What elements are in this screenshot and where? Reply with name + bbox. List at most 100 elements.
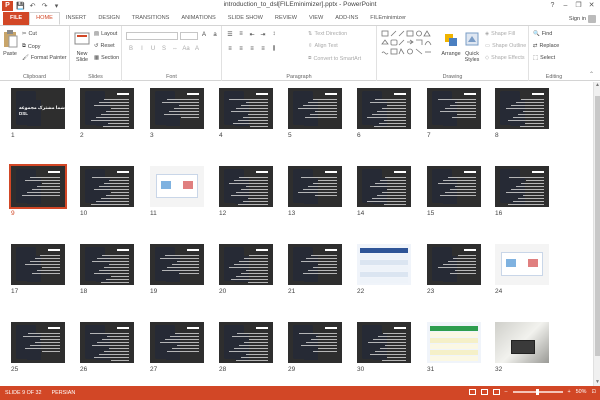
cut-button[interactable]: ✂ Cut <box>22 31 37 37</box>
strikethrough-icon[interactable]: S <box>160 46 168 52</box>
arrange-button[interactable]: Arrange <box>441 30 461 57</box>
slide-thumbnail[interactable] <box>80 322 134 363</box>
tab-design[interactable]: DESIGN <box>92 12 125 25</box>
align-text-button[interactable]: ⇳ Align Text <box>308 43 338 49</box>
scrollbar-thumb[interactable] <box>595 96 600 356</box>
numbering-icon[interactable]: ≡ <box>237 31 245 38</box>
collapse-ribbon-icon[interactable]: ⌃ <box>589 71 594 78</box>
replace-button[interactable]: ⇄ Replace <box>533 43 559 49</box>
decrease-indent-icon[interactable]: ⇤ <box>248 31 256 38</box>
shape-effects-button[interactable]: ◇ Shape Effects <box>485 55 525 61</box>
tab-insert[interactable]: INSERT <box>60 12 92 25</box>
slide-thumbnail[interactable] <box>288 322 342 363</box>
slide-thumbnail[interactable]: شما مشترک مجموعه DSL <box>11 88 65 129</box>
justify-icon[interactable]: ≡ <box>259 46 267 53</box>
slide-thumbnail[interactable] <box>357 244 411 285</box>
slide-thumbnail[interactable] <box>150 88 204 129</box>
avatar[interactable] <box>588 15 596 23</box>
grow-font-icon[interactable]: A <box>200 32 208 38</box>
slide-thumbnail[interactable] <box>219 88 273 129</box>
quick-styles-button[interactable]: Quick Styles <box>461 30 483 63</box>
tab-add-ins[interactable]: ADD-INS <box>329 12 364 25</box>
slide-thumbnail[interactable] <box>150 322 204 363</box>
shape-outline-button[interactable]: ▭ Shape Outline <box>485 43 526 49</box>
slide-thumbnail[interactable] <box>80 244 134 285</box>
close-button[interactable]: ✕ <box>585 0 598 11</box>
zoom-slider[interactable] <box>512 389 563 395</box>
shrink-font-icon[interactable]: a <box>211 32 219 38</box>
tab-file[interactable]: FILE <box>3 12 30 25</box>
vertical-scrollbar[interactable]: ▲ ▼ <box>593 82 600 386</box>
slide-thumbnail[interactable] <box>427 88 481 129</box>
text-direction-button[interactable]: ⇅ Text Direction <box>308 31 347 37</box>
help-button[interactable]: ? <box>546 0 559 11</box>
bullets-icon[interactable]: ☰ <box>226 31 234 38</box>
slide-thumbnail[interactable] <box>495 88 549 129</box>
line-spacing-icon[interactable]: ↕ <box>270 31 278 38</box>
reading-view-icon[interactable] <box>492 389 500 395</box>
copy-button[interactable]: ⧉ Copy <box>22 43 40 50</box>
change-case-icon[interactable]: Aa <box>182 46 190 52</box>
maximize-button[interactable]: ❐ <box>572 0 585 11</box>
font-name-dropdown[interactable] <box>126 32 178 40</box>
find-button[interactable]: 🔍 Find <box>533 31 552 37</box>
scroll-up-icon[interactable]: ▲ <box>594 82 600 89</box>
bold-icon[interactable]: B <box>127 46 135 52</box>
zoom-level[interactable]: 50% <box>576 389 587 395</box>
zoom-out-icon[interactable]: – <box>505 389 508 395</box>
slide-thumbnail[interactable] <box>219 244 273 285</box>
zoom-slider-knob[interactable] <box>536 389 540 395</box>
scroll-down-icon[interactable]: ▼ <box>594 379 600 386</box>
underline-icon[interactable]: U <box>149 46 157 52</box>
slide-thumbnail[interactable] <box>150 244 204 285</box>
minimize-button[interactable]: – <box>559 0 572 11</box>
section-button[interactable]: ▦ Section <box>94 55 119 61</box>
slide-thumbnail[interactable] <box>357 88 411 129</box>
slide-thumbnail[interactable] <box>219 166 273 207</box>
slide-thumbnail[interactable] <box>427 166 481 207</box>
shapes-gallery-icon[interactable] <box>381 30 439 66</box>
slide-thumbnail[interactable] <box>288 166 342 207</box>
tab-home[interactable]: HOME <box>29 12 60 25</box>
slide-thumbnail[interactable] <box>11 322 65 363</box>
slide-thumbnail[interactable] <box>495 244 549 285</box>
align-right-icon[interactable]: ≡ <box>248 46 256 53</box>
tab-fileminimizer[interactable]: FILEminimizer <box>364 12 412 25</box>
fit-slide-icon[interactable]: ⊡ <box>591 389 596 395</box>
increase-indent-icon[interactable]: ⇥ <box>259 31 267 38</box>
normal-view-icon[interactable] <box>468 389 476 395</box>
align-left-icon[interactable]: ≡ <box>226 46 234 53</box>
new-slide-button[interactable]: New Slide <box>72 30 92 63</box>
slide-thumbnail[interactable] <box>288 244 342 285</box>
tab-transitions[interactable]: TRANSITIONS <box>126 12 176 25</box>
convert-smartart-button[interactable]: ⧈ Convert to SmartArt <box>308 55 361 62</box>
italic-icon[interactable]: I <box>138 46 146 52</box>
slide-thumbnail[interactable] <box>495 166 549 207</box>
slide-thumbnail[interactable] <box>150 166 204 207</box>
font-color-icon[interactable]: A <box>193 46 201 52</box>
align-center-icon[interactable]: ≡ <box>237 46 245 53</box>
format-painter-button[interactable]: 🖌 Format Painter <box>22 55 67 61</box>
slide-thumbnail[interactable] <box>427 244 481 285</box>
paste-button[interactable]: Paste <box>2 30 18 57</box>
slide-thumbnail[interactable] <box>80 88 134 129</box>
slide-thumbnail[interactable] <box>219 322 273 363</box>
tab-view[interactable]: VIEW <box>303 12 329 25</box>
tab-slide-show[interactable]: SLIDE SHOW <box>222 12 269 25</box>
char-spacing-icon[interactable]: ⇔ <box>171 46 179 52</box>
select-button[interactable]: ⬚ Select <box>533 55 555 61</box>
zoom-in-icon[interactable]: + <box>568 389 571 395</box>
slide-thumbnail[interactable] <box>11 244 65 285</box>
slide-thumbnail[interactable] <box>288 88 342 129</box>
sign-in-label[interactable]: Sign in <box>569 16 586 22</box>
sign-in[interactable]: Sign in <box>569 15 596 23</box>
slide-thumbnail[interactable] <box>427 322 481 363</box>
tab-review[interactable]: REVIEW <box>269 12 303 25</box>
slide-thumbnail[interactable] <box>495 322 549 363</box>
columns-icon[interactable]: ⫼ <box>270 46 278 53</box>
slide-thumbnail[interactable] <box>9 164 67 209</box>
slide-thumbnail[interactable] <box>80 166 134 207</box>
slide-sorter-view-icon[interactable] <box>480 389 488 395</box>
slide-thumbnail[interactable] <box>357 322 411 363</box>
tab-animations[interactable]: ANIMATIONS <box>175 12 221 25</box>
